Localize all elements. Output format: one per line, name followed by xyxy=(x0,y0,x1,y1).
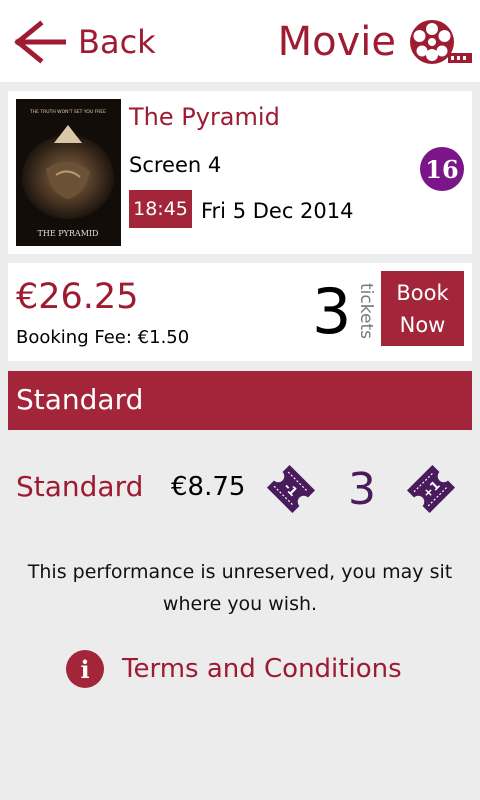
terms-link[interactable]: i Terms and Conditions xyxy=(66,650,402,688)
info-icon: i xyxy=(66,650,104,688)
show-date: Fri 5 Dec 2014 xyxy=(201,199,354,223)
tickets-label-wrapper: tickets xyxy=(355,279,376,345)
film-reel-icon xyxy=(408,17,472,71)
decrease-tickets-button[interactable]: -1 xyxy=(263,459,319,523)
ticket-quantity: 3 xyxy=(348,464,376,515)
booking-fee: Booking Fee: €1.50 xyxy=(16,327,190,348)
book-now-line1: Book xyxy=(396,280,449,305)
screen-label: Screen 4 xyxy=(129,153,222,177)
back-label: Back xyxy=(78,23,156,61)
price-summary-card: €26.25 Booking Fee: €1.50 3 tickets Book… xyxy=(8,263,472,361)
movie-card: THE TRUTH WON'T SET YOU FREE THE PYRAMID… xyxy=(8,91,472,254)
ticket-count: 3 xyxy=(312,275,352,348)
ticket-price: €8.75 xyxy=(171,472,246,502)
terms-label: Terms and Conditions xyxy=(122,654,402,684)
movie-poster: THE TRUTH WON'T SET YOU FREE THE PYRAMID xyxy=(16,99,121,246)
total-price: €26.25 xyxy=(16,277,139,317)
top-bar: Back Movie xyxy=(0,0,480,82)
arrow-left-icon xyxy=(14,20,66,64)
movie-title: The Pyramid xyxy=(129,103,280,131)
seating-notice: This performance is unreserved, you may … xyxy=(27,561,453,615)
age-rating-badge: 16 xyxy=(420,147,464,191)
ticket-minus-icon: -1 xyxy=(266,464,316,514)
book-now-line2: Now xyxy=(399,312,446,337)
tickets-label: tickets xyxy=(356,283,376,339)
poster-tagline: THE TRUTH WON'T SET YOU FREE xyxy=(29,109,106,115)
ticket-type-label: Standard xyxy=(16,470,144,503)
increase-tickets-button[interactable]: +1 xyxy=(403,459,459,523)
book-now-button[interactable]: Book Now xyxy=(381,271,464,346)
showtime-badge: 18:45 xyxy=(129,190,192,228)
ticket-plus-icon: +1 xyxy=(406,464,456,514)
poster-caption: THE PYRAMID xyxy=(38,229,99,238)
page-title: Movie xyxy=(277,19,396,65)
back-button[interactable]: Back xyxy=(14,18,156,66)
ticket-section-header: Standard xyxy=(8,371,472,430)
section-title: Standard xyxy=(16,383,144,416)
